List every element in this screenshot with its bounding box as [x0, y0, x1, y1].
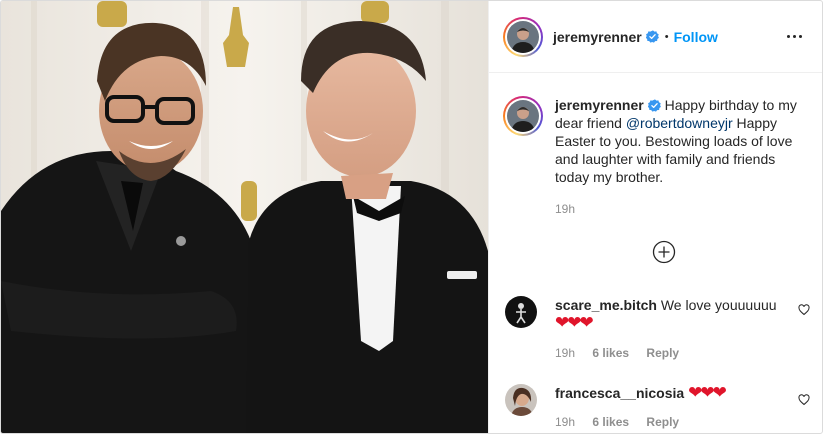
comment-username[interactable]: francesca__nicosia — [555, 385, 684, 401]
caption-avatar — [507, 100, 539, 132]
story-ring[interactable] — [503, 16, 543, 57]
caption-username[interactable]: jeremyrenner — [555, 97, 644, 113]
comment-likes-count[interactable]: 6 likes — [592, 346, 629, 360]
header-username[interactable]: jeremyrenner — [553, 29, 642, 45]
heart-outline-icon[interactable] — [798, 394, 810, 406]
follow-button[interactable]: Follow — [674, 29, 718, 45]
verified-badge-icon — [647, 99, 661, 112]
comment-text: scare_me.bitch We love youuuuuu ❤❤❤ — [555, 296, 810, 332]
comment-timestamp[interactable]: 19h — [555, 415, 575, 429]
comment-meta: 19h 6 likes Reply — [555, 415, 810, 429]
heart-emoji: ❤❤❤ — [555, 313, 594, 332]
post-caption: jeremyrenner Happy birthday to my dear f… — [503, 96, 813, 216]
caption-timestamp[interactable]: 19h — [555, 202, 813, 216]
heart-emoji: ❤❤❤ — [688, 383, 727, 402]
caption-text: jeremyrenner Happy birthday to my dear f… — [555, 96, 813, 186]
post-header: jeremyrenner • Follow — [489, 1, 822, 73]
comment-item: francesca__nicosia ❤❤❤ 19h 6 likes Reply — [505, 384, 810, 429]
reply-button[interactable]: Reply — [646, 415, 679, 429]
separator-dot: • — [664, 30, 669, 43]
caption-avatar-ring[interactable] — [503, 96, 543, 136]
post-image — [1, 1, 488, 433]
comment-text: francesca__nicosia ❤❤❤ — [555, 384, 810, 402]
comment-meta: 19h 6 likes Reply — [555, 346, 810, 360]
heart-outline-icon[interactable] — [798, 304, 810, 316]
comment-timestamp[interactable]: 19h — [555, 346, 575, 360]
comment-likes-count[interactable]: 6 likes — [592, 415, 629, 429]
post-container: jeremyrenner • Follow jeremyrenner Happy… — [0, 0, 823, 434]
comment-body: We love youuuuuu — [660, 297, 777, 313]
more-horizontal-icon[interactable] — [782, 25, 806, 49]
post-photo[interactable] — [1, 1, 488, 433]
comment-avatar[interactable] — [505, 384, 537, 416]
verified-badge-icon — [645, 30, 659, 43]
reply-button[interactable]: Reply — [646, 346, 679, 360]
post-sidebar: jeremyrenner • Follow jeremyrenner Happy… — [488, 1, 822, 433]
comment-avatar[interactable] — [505, 296, 537, 328]
avatar — [507, 20, 539, 53]
caption-mention-link[interactable]: @robertdowneyjr — [626, 115, 733, 131]
plus-circle-icon[interactable] — [652, 240, 676, 264]
comment-item: scare_me.bitch We love youuuuuu ❤❤❤ 19h 6… — [505, 296, 810, 360]
comment-username[interactable]: scare_me.bitch — [555, 297, 657, 313]
